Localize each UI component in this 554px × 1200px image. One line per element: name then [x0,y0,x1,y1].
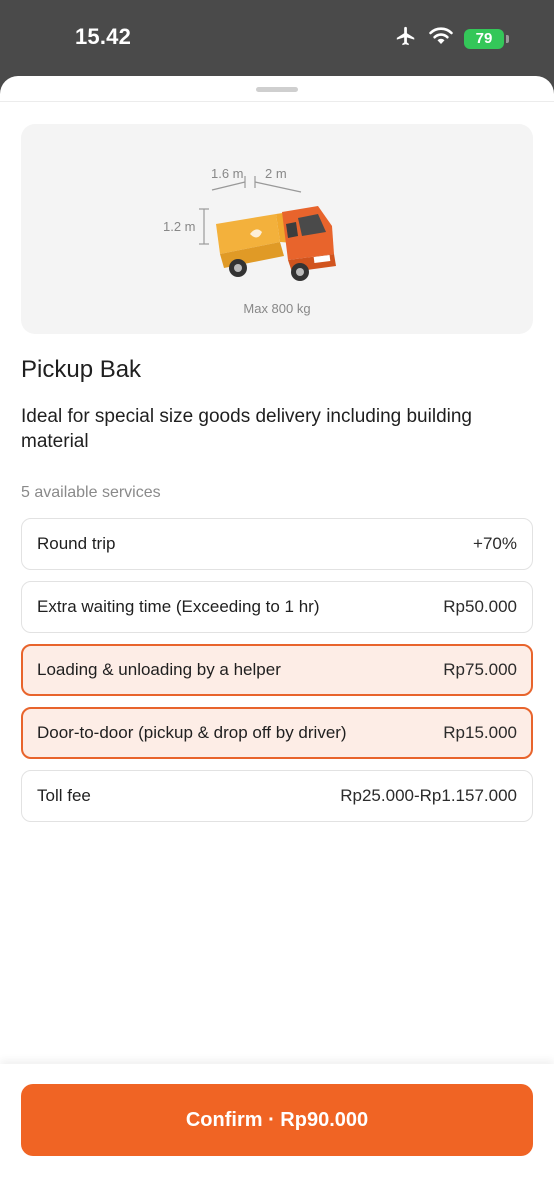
service-label: Toll fee [37,786,91,805]
max-load-label: Max 800 kg [243,301,311,316]
service-option-round-trip[interactable]: Round trip +70% [21,518,533,570]
service-price: Rp50.000 [443,597,517,616]
service-price: Rp25.000-Rp1.157.000 [340,786,517,805]
service-label: Extra waiting time (Exceeding to 1 hr) [37,597,320,616]
footer: Confirm · Rp90.000 [0,1064,554,1200]
width-dimension: 1.6 m [211,166,244,181]
footer-bottom-area [0,1156,554,1200]
sheet-handle-area[interactable] [0,76,554,102]
status-bar: 15.42 79 [0,0,554,76]
service-price: Rp75.000 [443,660,517,679]
service-price: +70% [473,534,517,553]
services-count: 5 available services [21,484,161,501]
vehicle-description: Ideal for special size goods delivery in… [21,406,472,452]
service-label: Door-to-door (pickup & drop off by drive… [37,723,347,742]
vehicle-name: Pickup Bak [21,356,142,383]
airplane-icon [394,25,418,52]
service-option-door-to-door[interactable]: Door-to-door (pickup & drop off by drive… [21,707,533,759]
battery-icon: 79 [464,28,509,49]
service-price: Rp15.000 [443,723,517,742]
battery-level: 79 [475,30,493,47]
service-label: Round trip [37,534,116,553]
status-time: 15.42 [75,24,132,49]
service-option-loading-helper[interactable]: Loading & unloading by a helper Rp75.000 [21,644,533,696]
drag-handle[interactable] [256,87,298,92]
confirm-button[interactable]: Confirm · Rp90.000 [21,1084,533,1156]
pickup-truck-icon [214,204,344,289]
height-dimension: 1.2 m [163,219,196,234]
vehicle-card: 1.6 m 2 m 1.2 m Max 800 kg [21,124,533,334]
service-option-toll-fee[interactable]: Toll fee Rp25.000-Rp1.157.000 [21,770,533,822]
status-icons: 79 [394,25,509,52]
wifi-icon [428,26,454,51]
service-label: Loading & unloading by a helper [37,660,281,679]
service-option-extra-waiting-time[interactable]: Extra waiting time (Exceeding to 1 hr) R… [21,581,533,633]
vehicle-detail-sheet: 1.6 m 2 m 1.2 m Max 800 kg Pickup Bak Id… [0,76,554,1200]
length-dimension: 2 m [265,166,287,181]
